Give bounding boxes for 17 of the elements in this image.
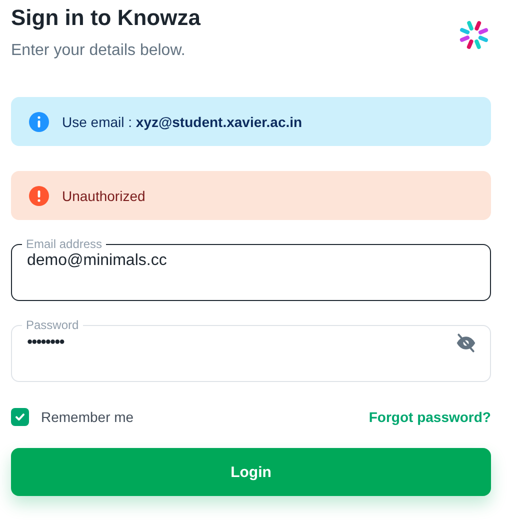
logo-icon — [457, 18, 491, 52]
alert-message: Use email : xyz@student.xavier.ac.in — [62, 114, 302, 130]
subtitle: Enter your details below. — [11, 42, 186, 60]
password-field[interactable]: Password •••••••• — [11, 318, 491, 382]
input-field[interactable]: •••••••• — [25, 333, 455, 353]
page-title: Sign in to Knowza — [11, 4, 200, 32]
alert-message: Unauthorized — [62, 188, 146, 204]
info-icon — [29, 112, 49, 132]
email-field[interactable]: Email address demo@minimals.cc — [11, 237, 491, 301]
error-icon — [29, 186, 49, 206]
remember-checkbox[interactable] — [11, 408, 29, 426]
field-label: Email address — [25, 237, 104, 251]
eye-off-icon[interactable] — [455, 332, 477, 354]
field-label: Password — [25, 318, 80, 332]
checkmark-icon — [14, 411, 26, 423]
input-field[interactable]: demo@minimals.cc — [25, 251, 477, 271]
checkbox-label: Remember me — [41, 409, 134, 425]
